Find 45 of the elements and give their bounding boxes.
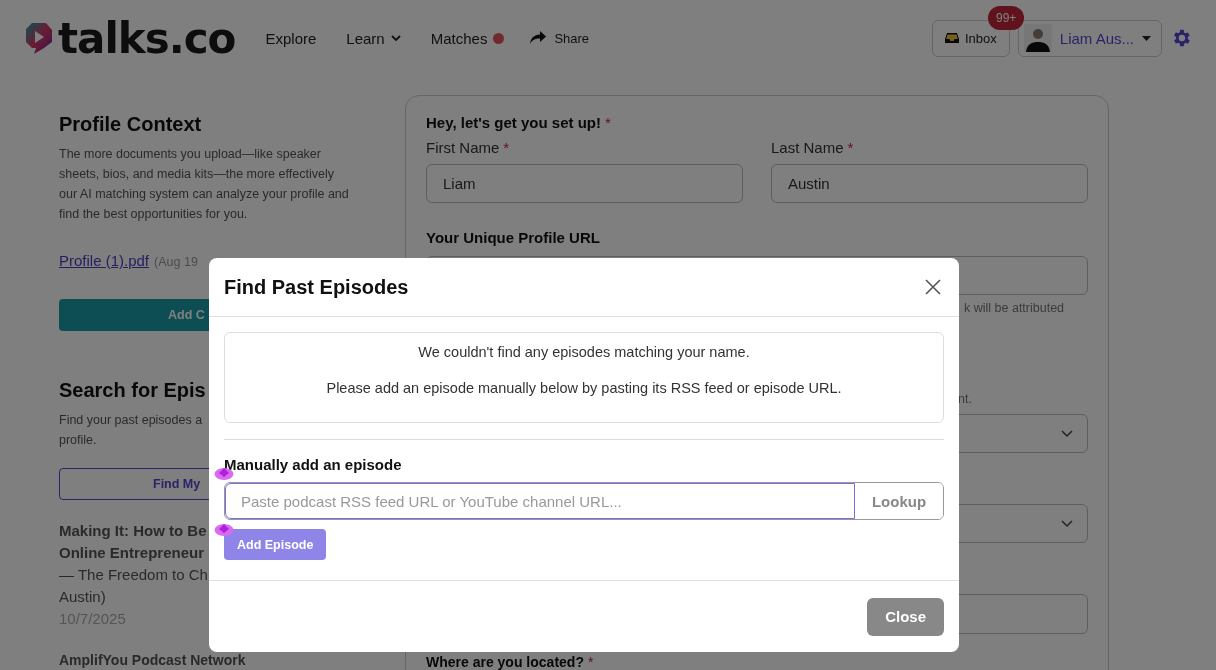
section-label: Manually add an episode xyxy=(224,456,403,473)
modal-title: Find Past Episodes xyxy=(224,275,409,299)
avatar xyxy=(1023,24,1052,52)
chevron-down-icon xyxy=(1061,519,1073,528)
url-input[interactable]: Paste podcast RSS feed URL or YouTube channel URL... xyxy=(225,483,855,519)
message-text: We couldn't find any episodes matching your name. xyxy=(418,344,750,360)
episode-title: Online Entrepreneur xyxy=(59,543,205,563)
text-field[interactable]: Austin xyxy=(771,164,1088,203)
share-arrow-icon xyxy=(530,31,547,45)
description-line: profile. xyxy=(59,432,97,449)
logo-text: talks.co xyxy=(58,13,236,63)
card-title: Hey, let's get you set up! * xyxy=(426,114,612,131)
inbox-tray-icon xyxy=(945,32,959,44)
section-description: The more documents you upload—like speaker sheets, bios, and media kits—the more effectively our AI matching system can analyze your profile and find the best opportunities for you. xyxy=(59,146,349,223)
field-label: First Name * xyxy=(426,139,511,156)
description-line: Find your past episodes a xyxy=(59,412,203,429)
marker-icon xyxy=(214,522,234,538)
field-hint: nt. xyxy=(957,392,973,406)
episode-subtitle: Austin) xyxy=(59,587,106,607)
notification-badge: 99+ xyxy=(988,5,1025,30)
chevron-down-icon xyxy=(390,34,401,42)
episode-title: Making It: How to Be xyxy=(59,521,207,541)
section-heading: Search for Epis xyxy=(59,379,206,402)
episode-subtitle: — The Freedom to Ch xyxy=(59,565,208,585)
field-label: Where are you located? * xyxy=(426,655,595,670)
chevron-down-icon xyxy=(1061,429,1073,438)
logo[interactable]: talks.co xyxy=(24,13,236,63)
file-link[interactable]: Profile (1).pdf xyxy=(59,252,150,269)
field-label: Your Unique Profile URL xyxy=(426,229,601,246)
text-field[interactable]: Liam xyxy=(426,164,743,203)
caret-icon xyxy=(1142,35,1151,41)
nav-link[interactable]: Explore xyxy=(265,29,317,47)
field-hint: k will be attributed xyxy=(963,301,1066,315)
section-heading: Profile Context xyxy=(59,113,202,136)
nav-dropdown[interactable]: Learn xyxy=(346,29,401,47)
user-menu-button[interactable]: Liam Aus... xyxy=(1017,19,1162,57)
close-icon xyxy=(925,279,941,295)
message-text: Please add an episode manually below by pasting its RSS feed or episode URL. xyxy=(326,380,842,396)
field-label: Last Name * xyxy=(771,139,855,156)
close-button[interactable]: Close xyxy=(867,597,944,636)
nav-link[interactable]: Matches xyxy=(430,29,505,47)
notification-dot xyxy=(493,32,505,44)
episode-title: AmplifYou Podcast Network xyxy=(59,653,246,668)
logo-icon xyxy=(24,20,54,56)
share-link[interactable]: Share xyxy=(530,30,590,46)
